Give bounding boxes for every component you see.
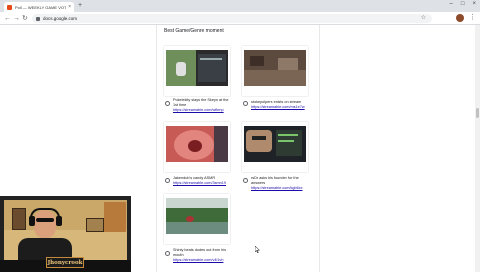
option-radio-5[interactable]: [165, 251, 170, 256]
minimize-icon[interactable]: –: [450, 1, 453, 7]
browser-tab[interactable]: Poll — WEEKLY GAME VOTE ✕ ×: [4, 2, 74, 12]
lock-icon: [36, 16, 40, 21]
sunglasses: [36, 218, 54, 222]
option-image-5: [164, 194, 230, 244]
scrollbar-thumb[interactable]: [476, 108, 479, 118]
option-radio-2[interactable]: [243, 101, 248, 106]
option-caption-5: Shinly beats dudes out from his mouth ht…: [173, 248, 233, 262]
screen: Poll — WEEKLY GAME VOTE ✕ × + – □ × ← → …: [0, 0, 480, 272]
tab-title: Poll — WEEKLY GAME VOTE ✕: [15, 4, 67, 10]
profile-avatar[interactable]: [456, 14, 464, 22]
option-text-4: rsDr asks his founder for the answers: [251, 176, 299, 185]
option-caption-2: stokepolpers exists on stream https://st…: [251, 100, 311, 110]
page-scrollbar[interactable]: [475, 25, 480, 272]
bookmark-star-icon[interactable]: ☆: [421, 14, 426, 23]
back-icon[interactable]: ←: [4, 14, 11, 23]
wall-poster-left: [12, 208, 26, 230]
address-bar[interactable]: docs.google.com ☆: [32, 14, 432, 23]
streamer-name-badge: Jhonycrook: [46, 257, 84, 268]
option-image-1: [164, 46, 230, 96]
option-text-2: stokepolpers exists on stream: [251, 100, 302, 104]
option-image-4: [242, 122, 308, 172]
headset-right-cup: [56, 216, 62, 226]
option-link-2[interactable]: https://streamable.com/ms1e7w: [251, 105, 311, 110]
option-caption-4: rsDr asks his founder for the answers ht…: [251, 176, 311, 190]
wall-frame-right: [86, 218, 104, 232]
window-controls: – □ ×: [450, 1, 476, 7]
option-caption-3: Jakendub's candy ASMR https://streamable…: [173, 176, 233, 186]
toolbar-right: ⋮: [456, 14, 476, 22]
option-radio-4[interactable]: [243, 178, 248, 183]
option-text-1: Pokelekity slays the Skeyn at the 1st ti…: [173, 98, 229, 107]
option-radio-3[interactable]: [165, 178, 170, 183]
option-link-1[interactable]: https://streamable.com/wfkrnp: [173, 108, 233, 113]
question-title: Best Game/Genre moment: [164, 28, 224, 34]
option-link-5[interactable]: https://streamable.com/v4l1vh: [173, 258, 233, 263]
streamer-name: Jhonycrook: [47, 259, 83, 266]
menu-kebab-icon[interactable]: ⋮: [469, 14, 476, 22]
forward-icon[interactable]: →: [13, 14, 20, 23]
option-radio-1[interactable]: [165, 101, 170, 106]
option-link-3[interactable]: https://streamable.com/3smn19: [173, 181, 233, 186]
option-caption-1: Pokelekity slays the Skeyn at the 1st ti…: [173, 98, 233, 112]
tab-close-icon[interactable]: ×: [68, 4, 71, 10]
url-text: docs.google.com: [43, 16, 78, 21]
new-tab-icon[interactable]: +: [78, 2, 82, 10]
webcam-overlay: Jhonycrook: [0, 196, 131, 272]
headset-left-cup: [29, 216, 35, 226]
option-text-3: Jakendub's candy ASMR: [173, 176, 216, 180]
maximize-icon[interactable]: □: [461, 1, 465, 7]
forms-favicon-icon: [7, 4, 12, 10]
tab-strip: Poll — WEEKLY GAME VOTE ✕ × + – □ ×: [0, 0, 480, 12]
wall-cabinet: [104, 202, 126, 232]
reload-icon[interactable]: ↻: [22, 14, 28, 23]
browser-toolbar: ← → ↻ docs.google.com ☆ ⋮: [0, 12, 480, 25]
option-text-5: Shinly beats dudes out from his mouth: [173, 248, 226, 257]
option-image-2: [242, 46, 308, 96]
option-image-3: [164, 122, 230, 172]
option-link-4[interactable]: https://streamable.com/kgb6xx: [251, 186, 311, 191]
mouse-cursor-icon: [255, 246, 260, 253]
close-window-icon[interactable]: ×: [472, 1, 476, 7]
